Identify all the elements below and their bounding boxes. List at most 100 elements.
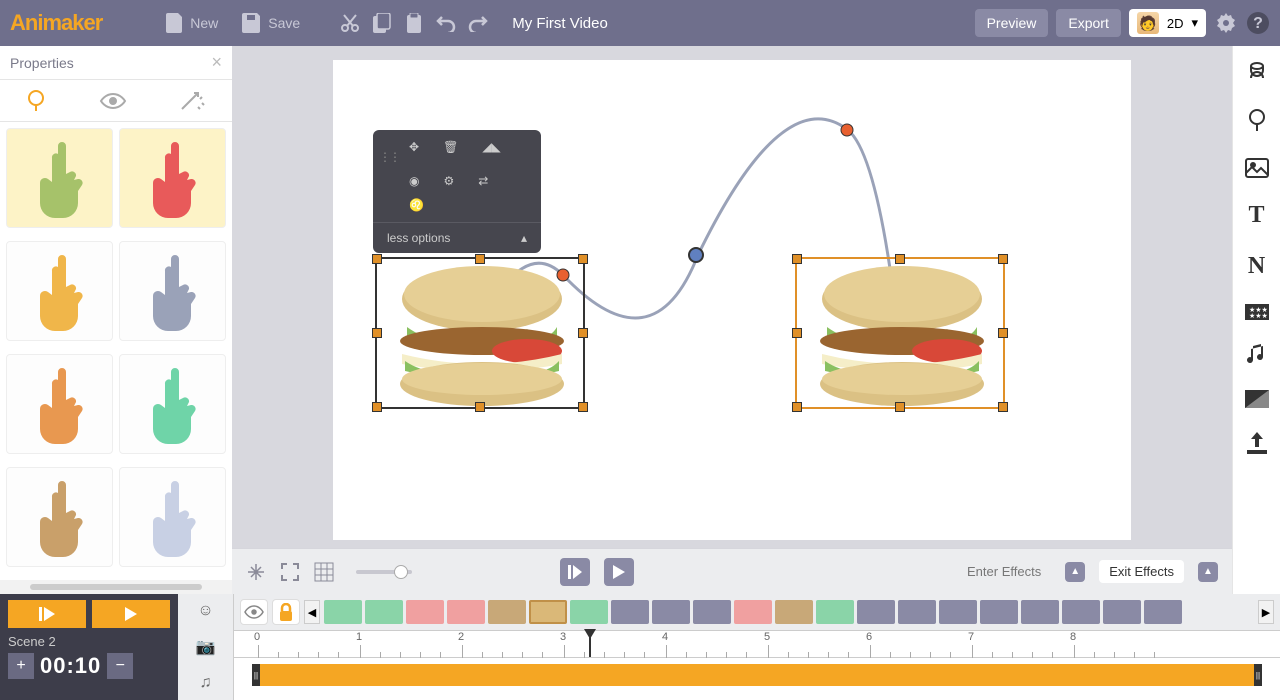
timeline-clip[interactable] bbox=[324, 600, 362, 624]
drag-handle-icon[interactable]: ⋮⋮ bbox=[379, 150, 399, 164]
burger-graphic bbox=[377, 259, 587, 411]
paste-icon[interactable] bbox=[402, 11, 426, 35]
cut-icon[interactable] bbox=[338, 11, 362, 35]
timeline-clip[interactable] bbox=[775, 600, 813, 624]
play-button[interactable] bbox=[604, 558, 634, 586]
timeline-clip[interactable] bbox=[1103, 600, 1141, 624]
move-icon[interactable]: ✥ bbox=[409, 140, 419, 154]
exit-effects-chevron[interactable]: ▲ bbox=[1198, 562, 1218, 582]
playhead[interactable] bbox=[589, 631, 591, 657]
timeline-scroll-left[interactable]: ◀ bbox=[304, 600, 320, 624]
settings-icon[interactable] bbox=[1214, 11, 1238, 35]
zoom-slider[interactable] bbox=[356, 570, 412, 574]
flip-icon[interactable]: ◢◣ bbox=[482, 140, 500, 154]
hand-option[interactable] bbox=[119, 354, 226, 454]
mode-selector[interactable]: 🧑 2D ▾ bbox=[1129, 9, 1206, 37]
swap-icon[interactable]: ⇄ bbox=[478, 174, 488, 188]
face-tab-icon[interactable]: ☺ bbox=[197, 602, 213, 620]
hand-option[interactable] bbox=[119, 128, 226, 228]
timeline-clip[interactable] bbox=[898, 600, 936, 624]
timeline-clip[interactable] bbox=[570, 600, 608, 624]
selected-object-2[interactable] bbox=[795, 257, 1005, 409]
canvas[interactable]: ⋮⋮ ✥ 🗑 ◢◣ ◉ ⚙ ⇄ ♌ less options ▴ bbox=[333, 60, 1131, 540]
music-icon[interactable] bbox=[1247, 344, 1267, 366]
text-icon[interactable]: T bbox=[1248, 202, 1264, 229]
hand-option[interactable] bbox=[6, 467, 113, 567]
timeline-clip[interactable] bbox=[488, 600, 526, 624]
panel-scrollbar[interactable] bbox=[30, 584, 202, 590]
enter-effects-chevron[interactable]: ▲ bbox=[1065, 562, 1085, 582]
timeline-clip[interactable] bbox=[406, 600, 444, 624]
timeline-clip[interactable] bbox=[1144, 600, 1182, 624]
time-increase[interactable]: + bbox=[8, 653, 34, 679]
help-icon[interactable]: ? bbox=[1246, 11, 1270, 35]
timeline-ruler[interactable]: 012345678 bbox=[234, 630, 1280, 658]
background-icon[interactable] bbox=[1245, 390, 1269, 408]
timeline-clip[interactable] bbox=[857, 600, 895, 624]
clip-duration-bar[interactable]: || || bbox=[252, 664, 1262, 686]
gear-icon[interactable]: ⚙ bbox=[443, 174, 454, 188]
timeline-clip[interactable] bbox=[529, 600, 567, 624]
track-visibility-toggle[interactable] bbox=[240, 599, 268, 625]
timeline-scroll-right[interactable]: ▶ bbox=[1258, 600, 1274, 624]
props-icon[interactable] bbox=[1247, 108, 1267, 134]
clip-start-handle[interactable]: || bbox=[252, 664, 260, 686]
tab-general[interactable] bbox=[26, 88, 46, 114]
save-button[interactable]: Save bbox=[234, 9, 308, 37]
hand-option[interactable] bbox=[6, 354, 113, 454]
new-button[interactable]: New bbox=[158, 9, 226, 37]
hand-option[interactable] bbox=[119, 241, 226, 341]
path-icon[interactable]: ♌ bbox=[409, 198, 424, 212]
svg-text:?: ? bbox=[1253, 15, 1263, 32]
ruler-tick: 6 bbox=[866, 631, 872, 643]
scene-play-from-start[interactable] bbox=[8, 600, 86, 628]
timeline-clip[interactable] bbox=[447, 600, 485, 624]
ruler-tick: 1 bbox=[356, 631, 362, 643]
effects-strip-icon[interactable]: ★★★★★★ bbox=[1245, 304, 1269, 320]
exit-effects-button[interactable]: Exit Effects bbox=[1099, 560, 1184, 583]
tab-visibility[interactable] bbox=[99, 92, 127, 110]
close-icon[interactable]: × bbox=[211, 52, 222, 73]
image-icon[interactable] bbox=[1245, 158, 1269, 178]
tab-effects[interactable] bbox=[180, 91, 206, 111]
scene-play[interactable] bbox=[92, 600, 170, 628]
camera-tab-icon[interactable]: 📷 bbox=[196, 637, 216, 657]
audio-tab-icon[interactable]: ♫ bbox=[200, 674, 212, 692]
export-button[interactable]: Export bbox=[1056, 9, 1120, 37]
timeline-clip[interactable] bbox=[816, 600, 854, 624]
track-lock-toggle[interactable] bbox=[272, 599, 300, 625]
scene-label: Scene 2 bbox=[8, 634, 170, 649]
timeline-clip[interactable] bbox=[939, 600, 977, 624]
timeline-clip[interactable] bbox=[611, 600, 649, 624]
preview-button[interactable]: Preview bbox=[975, 9, 1049, 37]
hand-option[interactable] bbox=[119, 467, 226, 567]
delete-icon[interactable]: 🗑 bbox=[443, 140, 458, 154]
play-from-start-button[interactable] bbox=[560, 558, 590, 586]
time-decrease[interactable]: − bbox=[107, 653, 133, 679]
clip-end-handle[interactable]: || bbox=[1254, 664, 1262, 686]
timeline-clip[interactable] bbox=[652, 600, 690, 624]
timeline-track[interactable]: || || bbox=[234, 658, 1280, 700]
copy-icon[interactable] bbox=[370, 11, 394, 35]
timeline-clip[interactable] bbox=[365, 600, 403, 624]
record-icon[interactable]: ◉ bbox=[409, 174, 419, 188]
fit-icon[interactable] bbox=[246, 562, 266, 582]
save-icon bbox=[242, 13, 262, 33]
timeline-clip[interactable] bbox=[980, 600, 1018, 624]
hand-option[interactable] bbox=[6, 241, 113, 341]
character-icon[interactable] bbox=[1245, 60, 1269, 84]
timeline-clip[interactable] bbox=[734, 600, 772, 624]
enter-effects-button[interactable]: Enter Effects bbox=[957, 560, 1051, 583]
fullscreen-icon[interactable] bbox=[280, 562, 300, 582]
redo-icon[interactable] bbox=[466, 11, 490, 35]
undo-icon[interactable] bbox=[434, 11, 458, 35]
timeline-clip[interactable] bbox=[693, 600, 731, 624]
timeline-clip[interactable] bbox=[1062, 600, 1100, 624]
selected-object-1[interactable] bbox=[375, 257, 585, 409]
hand-option[interactable] bbox=[6, 128, 113, 228]
less-options-button[interactable]: less options ▴ bbox=[373, 222, 541, 253]
number-icon[interactable]: N bbox=[1248, 253, 1265, 280]
grid-icon[interactable] bbox=[314, 562, 334, 582]
timeline-clip[interactable] bbox=[1021, 600, 1059, 624]
upload-icon[interactable] bbox=[1245, 432, 1269, 454]
